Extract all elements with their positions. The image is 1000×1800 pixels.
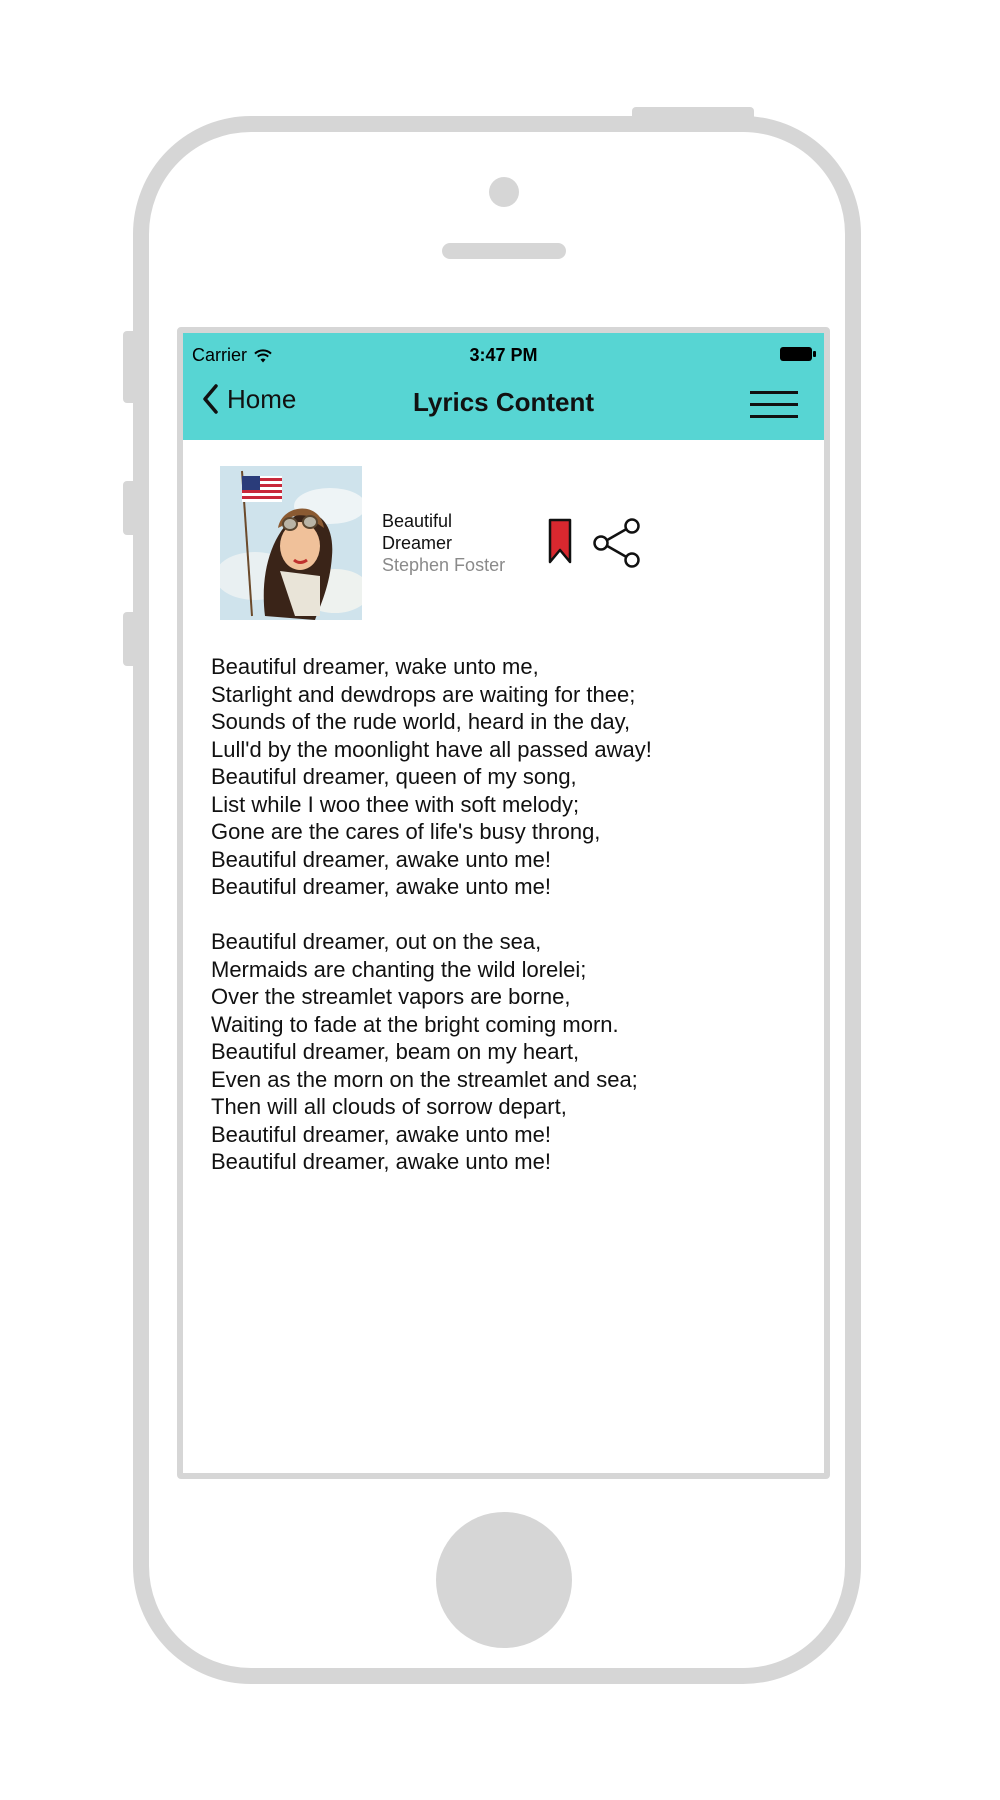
lyric-line: Gone are the cares of life's busy throng…: [211, 819, 601, 844]
lyrics-stanza-1: Beautiful dreamer, wake unto me, Starlig…: [211, 653, 811, 901]
lyric-line: Mermaids are chanting the wild lorelei;: [211, 956, 587, 982]
status-time: 3:47 PM: [469, 345, 538, 365]
lyrics-stanza-2: Beautiful dreamer, out on the sea, Merma…: [211, 928, 811, 1176]
lyric-line: Even as the morn on the streamlet and se…: [211, 1066, 638, 1092]
phone-speaker: [442, 243, 566, 259]
lyric-line: Beautiful dreamer, awake unto me!: [211, 874, 551, 899]
lyric-line: Then will all clouds of sorrow depart,: [211, 1094, 567, 1119]
song-meta: Beautiful Dreamer Stephen Foster: [382, 510, 532, 576]
lyric-line: Sounds of the rude world, heard in the d…: [211, 709, 631, 734]
lyric-line: Over the streamlet vapors are borne,: [211, 984, 571, 1009]
lyric-line: Starlight and dewdrops are waiting for t…: [211, 681, 636, 707]
page-title: Lyrics Content: [412, 387, 595, 417]
song-artist: Stephen Foster: [382, 555, 506, 575]
lyric-line: Beautiful dreamer, queen of my song,: [211, 764, 577, 789]
phone-camera: [489, 177, 519, 207]
lyric-line: Beautiful dreamer, awake unto me!: [211, 846, 551, 872]
hamburger-menu-icon[interactable]: [750, 391, 798, 419]
lyric-line: Beautiful dreamer, awake unto me!: [211, 1121, 551, 1147]
app-screen: Carrier 3:47 PM Home Lyrics Content Beau…: [177, 327, 830, 1479]
lyric-line: Beautiful dreamer, awake unto me!: [211, 1149, 551, 1174]
album-cover-image: [220, 466, 362, 620]
song-header: Beautiful Dreamer Stephen Foster: [220, 466, 820, 622]
lyrics-content: Beautiful dreamer, wake unto me, Starlig…: [211, 653, 811, 1203]
lyric-line: Lull'd by the moonlight have all passed …: [211, 736, 652, 762]
lyric-line: Beautiful dreamer, beam on my heart,: [211, 1039, 580, 1064]
lyric-line: Beautiful dreamer, out on the sea,: [211, 929, 542, 954]
lyric-line: Waiting to fade at the bright coming mor…: [211, 1011, 619, 1037]
song-title-line1: Beautiful: [382, 511, 453, 531]
bookmark-icon[interactable]: [548, 518, 572, 564]
home-button[interactable]: [436, 1512, 572, 1648]
share-icon[interactable]: [592, 518, 642, 568]
song-title-line2: Dreamer: [382, 533, 453, 553]
lyric-line: Beautiful dreamer, wake unto me,: [211, 654, 539, 679]
lyric-line: List while I woo thee with soft melody;: [211, 791, 580, 817]
battery-icon: [780, 347, 816, 361]
navigation-bar: Carrier 3:47 PM Home Lyrics Content: [183, 333, 824, 440]
